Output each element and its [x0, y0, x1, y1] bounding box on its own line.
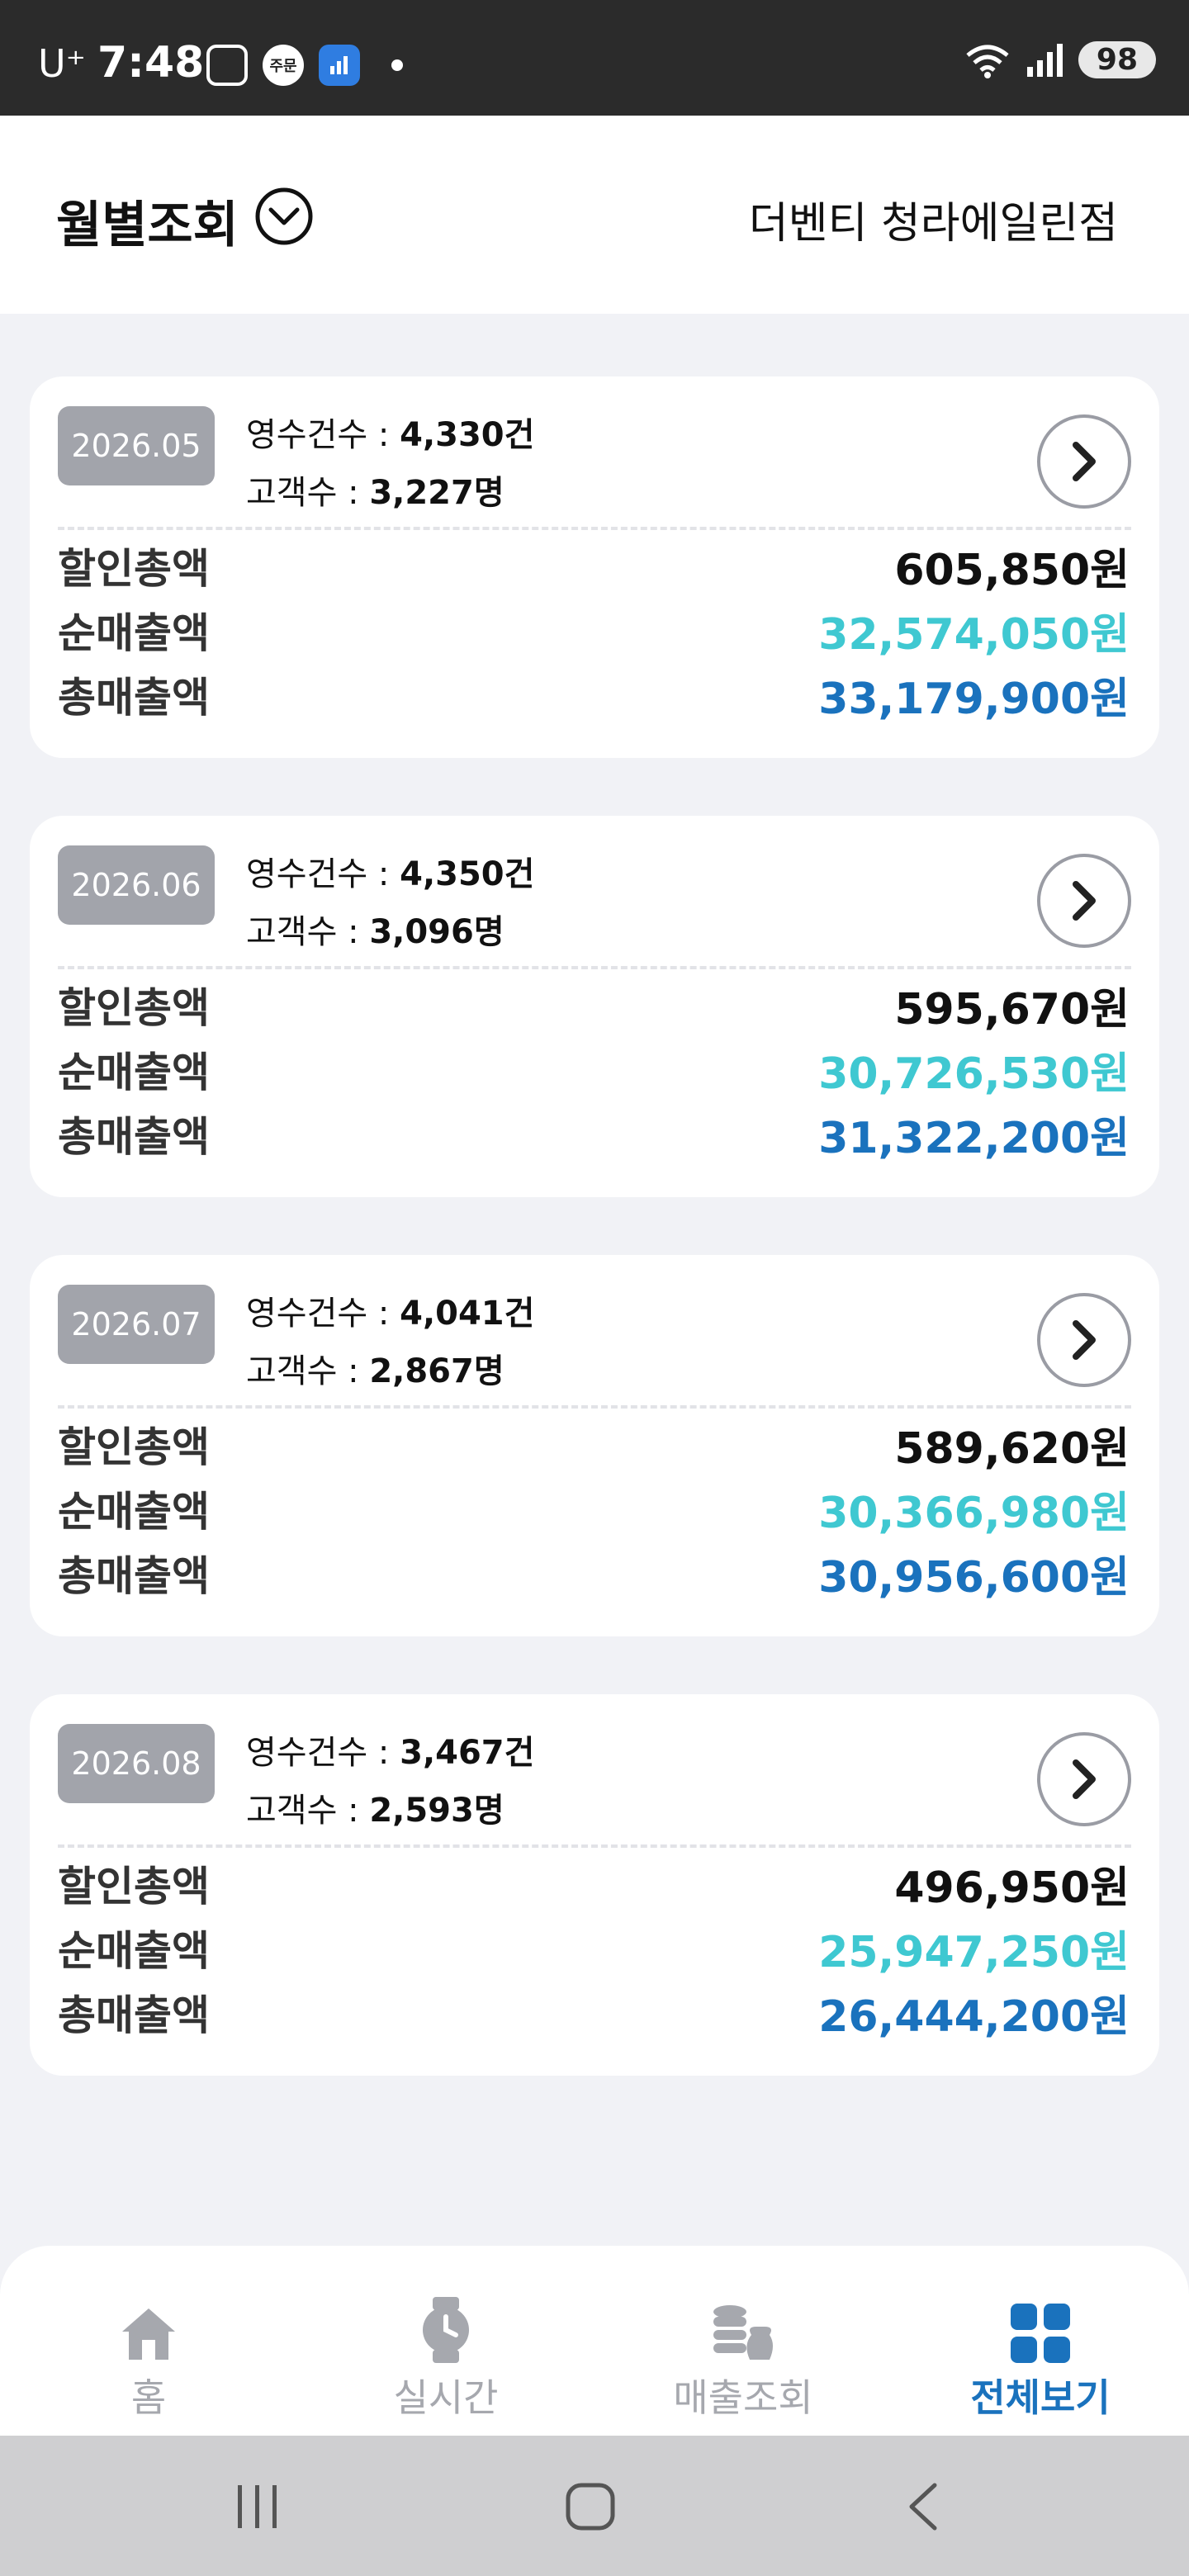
detail-button[interactable] [1037, 1293, 1131, 1387]
discount-total-row: 할인총액 496,950원 [58, 1856, 1130, 1913]
month-badge: 2026.07 [58, 1285, 215, 1364]
detail-button[interactable] [1037, 854, 1131, 948]
dashed-divider [58, 966, 1131, 969]
month-badge: 2026.05 [58, 406, 215, 485]
nav-home[interactable]: 홈 [0, 2295, 297, 2422]
customer-count: 고객수 : 2,867명 [246, 1352, 504, 1390]
dashed-divider [58, 1844, 1131, 1848]
status-bar: U⁺ 7:48 주문 98 [0, 0, 1189, 116]
month-card[interactable]: 2026.05 영수건수 : 4,330건 고객수 : 3,227명 할인총액 6… [30, 376, 1159, 758]
dashed-divider [58, 527, 1131, 530]
receipt-count: 영수건수 : 4,041건 [246, 1295, 535, 1333]
easypos-app-icon [319, 45, 360, 86]
nav-view-all[interactable]: 전체보기 [892, 2295, 1189, 2422]
discount-total-row: 할인총액 589,620원 [58, 1417, 1130, 1474]
watch-icon [423, 2297, 469, 2363]
customer-count: 고객수 : 2,593명 [246, 1792, 504, 1830]
chevron-right-icon [1073, 1320, 1096, 1360]
chevron-right-icon [1073, 1759, 1096, 1799]
nav-realtime[interactable]: 실시간 [297, 2295, 594, 2422]
gross-sales-value: 33,179,900원 [818, 674, 1130, 724]
customer-count: 고객수 : 3,227명 [246, 474, 504, 512]
gross-sales-row: 총매출액 31,322,200원 [58, 1106, 1130, 1163]
discount-total-value: 595,670원 [894, 984, 1130, 1035]
nav-label: 매출조회 [673, 2375, 813, 2420]
net-sales-value: 30,366,980원 [818, 1488, 1130, 1538]
customer-count: 고객수 : 3,096명 [246, 913, 504, 951]
recent-apps-icon[interactable] [234, 2482, 281, 2531]
battery-indicator: 98 [1078, 41, 1156, 78]
detail-button[interactable] [1037, 1732, 1131, 1826]
gross-sales-value: 26,444,200원 [818, 1991, 1130, 2042]
back-icon[interactable] [905, 2482, 941, 2531]
home-button-icon[interactable] [565, 2482, 616, 2531]
chevron-down-icon[interactable] [254, 187, 314, 246]
screenshot-icon [206, 45, 248, 86]
store-name: 더벤티 청라에일린점 [748, 199, 1118, 249]
notification-dot-icon [391, 59, 403, 71]
order-app-icon: 주문 [263, 45, 304, 86]
discount-total-value: 496,950원 [894, 1863, 1130, 1913]
receipt-count: 영수건수 : 4,330건 [246, 416, 535, 454]
clock: 7:48 [97, 38, 205, 88]
dashed-divider [58, 1405, 1131, 1409]
receipt-count: 영수건수 : 4,350건 [246, 855, 535, 893]
page-title[interactable]: 월별조회 [56, 185, 239, 257]
nav-sales-inquiry[interactable]: 매출조회 [594, 2295, 892, 2422]
chevron-right-icon [1073, 881, 1096, 921]
month-card[interactable]: 2026.06 영수건수 : 4,350건 고객수 : 3,096명 할인총액 5… [30, 816, 1159, 1197]
page-header: 월별조회 더벤티 청라에일린점 [0, 116, 1189, 314]
nav-label: 실시간 [393, 2375, 499, 2420]
month-card[interactable]: 2026.07 영수건수 : 4,041건 고객수 : 2,867명 할인총액 5… [30, 1255, 1159, 1636]
discount-total-value: 589,620원 [894, 1423, 1130, 1474]
month-card[interactable]: 2026.08 영수건수 : 3,467건 고객수 : 2,593명 할인총액 4… [30, 1694, 1159, 2076]
coins-icon [713, 2305, 773, 2360]
gross-sales-row: 총매출액 26,444,200원 [58, 1985, 1130, 2042]
discount-total-row: 할인총액 595,670원 [58, 978, 1130, 1035]
chevron-right-icon [1073, 442, 1096, 481]
detail-button[interactable] [1037, 414, 1131, 509]
home-icon [122, 2308, 175, 2360]
carrier-label: U⁺ [38, 41, 86, 86]
net-sales-row: 순매출액 25,947,250원 [58, 1920, 1130, 1977]
receipt-count: 영수건수 : 3,467건 [246, 1734, 535, 1772]
month-badge: 2026.06 [58, 845, 215, 925]
system-navigation-bar [0, 2436, 1189, 2576]
nav-label: 전체보기 [970, 2375, 1111, 2420]
month-badge: 2026.08 [58, 1724, 215, 1803]
nav-label: 홈 [130, 2375, 167, 2420]
net-sales-value: 30,726,530원 [818, 1049, 1130, 1099]
wifi-icon [966, 45, 1009, 78]
net-sales-value: 25,947,250원 [818, 1927, 1130, 1977]
gross-sales-value: 31,322,200원 [818, 1113, 1130, 1163]
gross-sales-row: 총매출액 30,956,600원 [58, 1546, 1130, 1603]
net-sales-row: 순매출액 30,366,980원 [58, 1481, 1130, 1538]
discount-total-value: 605,850원 [894, 545, 1130, 595]
discount-total-row: 할인총액 605,850원 [58, 538, 1130, 595]
bottom-navigation: 홈 실시간 매출조회 전체보기 [0, 2246, 1189, 2436]
net-sales-row: 순매출액 32,574,050원 [58, 603, 1130, 660]
signal-icon [1026, 43, 1063, 77]
gross-sales-value: 30,956,600원 [818, 1552, 1130, 1603]
net-sales-value: 32,574,050원 [818, 609, 1130, 660]
grid-icon [1011, 2304, 1070, 2363]
gross-sales-row: 총매출액 33,179,900원 [58, 667, 1130, 724]
net-sales-row: 순매출액 30,726,530원 [58, 1042, 1130, 1099]
